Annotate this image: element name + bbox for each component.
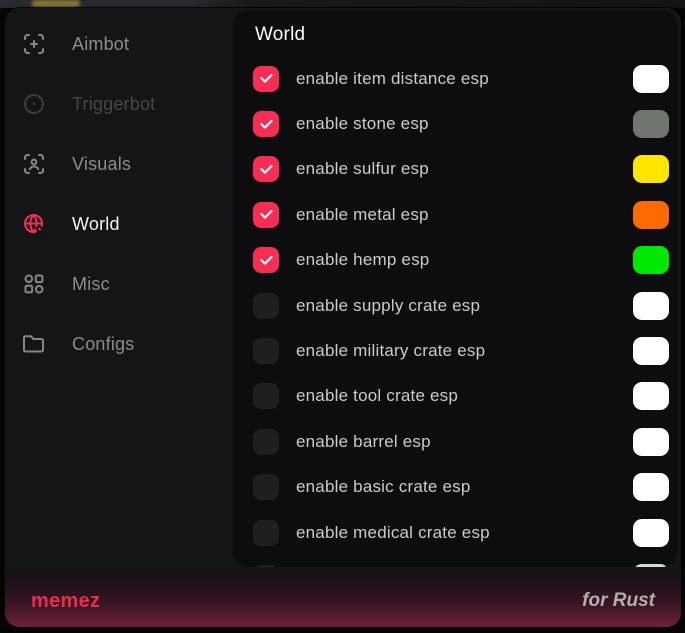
tagline-label: for Rust [582, 590, 655, 612]
settings-list: enable item distance esp enable stone es… [253, 56, 677, 567]
circle-dot-icon [22, 92, 46, 116]
setting-label: enable barrel esp [296, 432, 431, 452]
brand-label: memez [31, 590, 100, 613]
checkbox[interactable] [253, 383, 279, 409]
setting-row: enable supply crate esp [253, 283, 677, 328]
setting-label: enable sulfur esp [296, 159, 429, 179]
check-icon [259, 71, 274, 86]
setting-row: enable sulfur esp [253, 147, 677, 192]
setting-label: enable medical crate esp [296, 523, 490, 543]
shapes-grid-icon [22, 272, 46, 296]
sidebar-item-misc[interactable]: Misc [5, 254, 233, 314]
setting-row: enable basic crate esp [253, 465, 677, 510]
color-swatch[interactable] [633, 110, 669, 138]
background-game-strip [0, 0, 685, 8]
setting-row: enable barrel esp [253, 419, 677, 464]
sidebar-item-label: Visuals [72, 154, 131, 175]
folder-icon [22, 332, 46, 356]
setting-label: enable tool crate esp [296, 386, 458, 406]
checkbox[interactable] [253, 520, 279, 546]
color-swatch[interactable] [633, 337, 669, 365]
footer-bar: memez for Rust [5, 569, 681, 627]
setting-label: enable military crate esp [296, 341, 485, 361]
setting-label: enable metal esp [296, 205, 429, 225]
setting-row: enable medical crate esp [253, 510, 677, 555]
setting-row [253, 555, 677, 567]
setting-label: enable supply crate esp [296, 296, 480, 316]
checkbox[interactable] [253, 565, 279, 567]
sidebar-item-label: Aimbot [72, 34, 129, 55]
sidebar-item-label: World [72, 214, 120, 235]
world-settings-panel: World enable item distance esp enable st… [233, 10, 677, 567]
setting-label: enable hemp esp [296, 250, 429, 270]
sidebar-item-label: Configs [72, 334, 134, 355]
color-swatch[interactable] [633, 428, 669, 456]
check-icon [259, 162, 274, 177]
setting-row: enable metal esp [253, 192, 677, 237]
setting-row: enable item distance esp [253, 56, 677, 101]
check-icon [259, 207, 274, 222]
sidebar-item-aimbot[interactable]: Aimbot [5, 14, 233, 74]
checkbox[interactable] [253, 111, 279, 137]
sidebar-item-triggerbot[interactable]: Triggerbot [5, 74, 233, 134]
sidebar-item-label: Triggerbot [72, 94, 155, 115]
check-icon [259, 117, 274, 132]
check-icon [259, 253, 274, 268]
background-game-highlight [32, 0, 80, 7]
checkbox[interactable] [253, 247, 279, 273]
setting-row: enable tool crate esp [253, 374, 677, 419]
setting-label: enable basic crate esp [296, 477, 471, 497]
color-swatch[interactable] [633, 65, 669, 93]
checkbox[interactable] [253, 338, 279, 364]
color-swatch[interactable] [633, 246, 669, 274]
color-swatch[interactable] [633, 473, 669, 501]
setting-row: enable hemp esp [253, 238, 677, 283]
panel-title: World [255, 24, 677, 46]
color-swatch[interactable] [633, 155, 669, 183]
checkbox[interactable] [253, 66, 279, 92]
checkbox[interactable] [253, 202, 279, 228]
color-swatch[interactable] [633, 564, 669, 567]
color-swatch[interactable] [633, 201, 669, 229]
setting-label: enable item distance esp [296, 69, 489, 89]
checkbox[interactable] [253, 429, 279, 455]
color-swatch[interactable] [633, 382, 669, 410]
setting-row: enable military crate esp [253, 328, 677, 373]
checkbox[interactable] [253, 156, 279, 182]
sidebar-item-configs[interactable]: Configs [5, 314, 233, 374]
checkbox[interactable] [253, 293, 279, 319]
sidebar: Aimbot Triggerbot Visu [5, 8, 233, 576]
color-swatch[interactable] [633, 292, 669, 320]
globe-star-icon [22, 212, 46, 236]
screen: Aimbot Triggerbot Visu [0, 0, 685, 633]
color-swatch[interactable] [633, 519, 669, 547]
scan-plus-icon [22, 32, 46, 56]
sidebar-item-label: Misc [72, 274, 110, 295]
cheat-menu-window: Aimbot Triggerbot Visu [5, 8, 681, 627]
checkbox[interactable] [253, 474, 279, 500]
user-scan-icon [22, 152, 46, 176]
setting-row: enable stone esp [253, 101, 677, 146]
sidebar-item-visuals[interactable]: Visuals [5, 134, 233, 194]
setting-label: enable stone esp [296, 114, 429, 134]
sidebar-item-world[interactable]: World [5, 194, 233, 254]
